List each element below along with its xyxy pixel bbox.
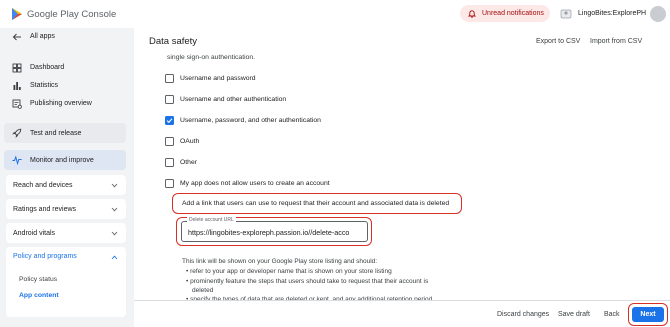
sidebar-item-dashboard[interactable]: Dashboard <box>8 59 126 76</box>
save-draft-button[interactable]: Save draft <box>558 311 590 318</box>
page-title: Data safety <box>149 36 198 47</box>
checkbox[interactable] <box>165 95 174 104</box>
checkbox[interactable] <box>165 137 174 146</box>
chevron-up-icon <box>111 255 118 260</box>
sidebar-item-test-and-release[interactable]: Test and release <box>4 123 126 143</box>
delete-account-url-value: https://lingobites-exploreph.passion.io/… <box>188 228 350 237</box>
sidebar-section-label: Reach and devices <box>13 181 73 189</box>
option-other[interactable]: Other <box>165 157 197 168</box>
export-csv-button[interactable]: Export to CSV <box>536 38 580 45</box>
sidebar-section-label: Ratings and reviews <box>13 205 77 213</box>
sidebar-section-label: Android vitals <box>13 229 56 237</box>
brand-title[interactable]: Google Play Console <box>27 9 116 20</box>
sidebar-item-policy-status[interactable]: Policy status <box>19 276 57 283</box>
option-username-password-other-auth[interactable]: Username, password, and other authentica… <box>165 115 321 126</box>
option-username-password[interactable]: Username and password <box>165 73 256 84</box>
arrow-back-icon <box>12 33 21 40</box>
option-label: Username and password <box>180 75 256 82</box>
bell-icon <box>468 9 476 18</box>
option-username-other-auth[interactable]: Username and other authentication <box>165 94 286 105</box>
note-bullet-continued: deleted <box>192 287 214 294</box>
chevron-down-icon <box>111 183 118 187</box>
sidebar-section-label: Policy and programs <box>13 253 77 260</box>
intro-text: single sign-on authentication. <box>167 54 256 61</box>
account-name[interactable]: LingoBites:ExplorePH <box>578 10 646 17</box>
sidebar-item-label: Monitor and improve <box>30 156 94 164</box>
google-play-console-logo-icon[interactable] <box>10 7 24 21</box>
pulse-icon <box>12 155 22 165</box>
dashboard-icon <box>12 63 22 72</box>
bar-chart-icon <box>13 81 21 90</box>
sidebar-item-label: All apps <box>30 33 55 40</box>
sidebar-section-reach-and-devices[interactable]: Reach and devices <box>6 175 126 195</box>
import-csv-button[interactable]: Import from CSV <box>590 38 642 45</box>
sidebar-section-android-vitals[interactable]: Android vitals <box>6 223 126 243</box>
sidebar-item-monitor-and-improve[interactable]: Monitor and improve <box>4 150 126 170</box>
sidebar-item-statistics[interactable]: Statistics <box>8 77 126 94</box>
discard-changes-button[interactable]: Discard changes <box>497 311 549 318</box>
app-account-icon <box>560 9 572 19</box>
rocket-icon <box>12 128 22 138</box>
note-bullet: • refer to your app or developer name th… <box>186 268 392 275</box>
chevron-down-icon <box>111 207 118 211</box>
option-label: My app does not allow users to create an… <box>180 180 330 187</box>
sidebar: All apps Dashboard Statistics Publishing… <box>0 28 132 327</box>
checkbox[interactable] <box>165 158 174 167</box>
avatar[interactable] <box>650 6 666 22</box>
delete-account-url-label: Delete account URL <box>187 217 236 223</box>
main-content: Data safety Export to CSV Import from CS… <box>134 28 670 327</box>
delete-account-prompt: Add a link that users can use to request… <box>182 200 450 207</box>
sidebar-section-ratings-and-reviews[interactable]: Ratings and reviews <box>6 199 126 219</box>
delete-link-note: This link will be shown on your Google P… <box>182 258 378 265</box>
sidebar-item-app-content[interactable]: App content <box>19 292 59 299</box>
checkbox[interactable] <box>165 179 174 188</box>
publish-icon <box>12 99 22 109</box>
next-button[interactable]: Next <box>632 307 664 322</box>
back-button[interactable]: Back <box>604 311 620 318</box>
checkbox[interactable] <box>165 74 174 83</box>
option-label: Other <box>180 159 197 166</box>
delete-account-url-input[interactable]: https://lingobites-exploreph.passion.io/… <box>181 221 368 242</box>
top-bar: Google Play Console Unread notifications… <box>0 0 670 28</box>
chevron-down-icon <box>111 231 118 235</box>
note-bullet: • prominently feature the steps that use… <box>186 278 429 285</box>
checkbox-checked[interactable] <box>165 116 174 125</box>
option-label: Username, password, and other authentica… <box>180 117 321 124</box>
sidebar-all-apps[interactable]: All apps <box>8 28 126 45</box>
sidebar-item-label: Publishing overview <box>30 100 92 107</box>
sidebar-item-label: Statistics <box>30 82 59 89</box>
option-no-account-creation[interactable]: My app does not allow users to create an… <box>165 178 330 189</box>
check-icon <box>166 118 173 124</box>
sidebar-item-label: Dashboard <box>30 64 65 71</box>
option-oauth[interactable]: OAuth <box>165 136 199 147</box>
sidebar-item-label: Test and release <box>30 129 82 137</box>
sidebar-item-publishing-overview[interactable]: Publishing overview <box>8 95 126 112</box>
option-label: OAuth <box>180 138 200 145</box>
unread-notifications-button[interactable]: Unread notifications <box>460 5 550 22</box>
notifications-label: Unread notifications <box>482 10 544 17</box>
footer-action-bar: Discard changes Save draft Back Next <box>134 300 670 327</box>
option-label: Username and other authentication <box>180 96 287 103</box>
